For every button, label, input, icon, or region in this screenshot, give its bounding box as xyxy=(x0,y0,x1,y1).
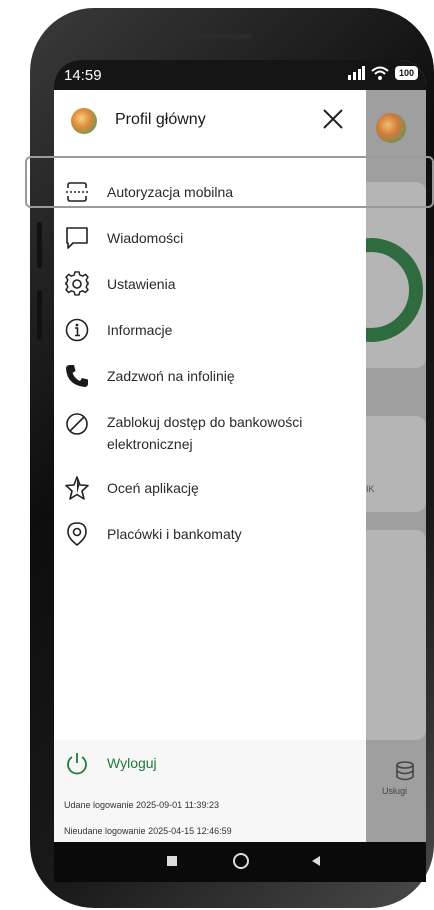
menu-item-rate-app[interactable]: Oceń aplikację xyxy=(54,466,366,510)
back-icon[interactable] xyxy=(310,855,322,867)
services-label[interactable]: Usługi xyxy=(382,786,407,796)
logout-area: Wyloguj Udane logowanie 2025-09-01 11:39… xyxy=(54,740,366,842)
menu-item-information[interactable]: Informacje xyxy=(54,308,366,352)
status-bar: 14:59 100 xyxy=(54,60,426,90)
menu-item-label: Autoryzacja mobilna xyxy=(107,184,234,200)
menu-item-label-line2: elektronicznej xyxy=(107,436,193,452)
menu-item-label: Placówki i bankomaty xyxy=(107,526,242,542)
menu-item-call-hotline[interactable]: Zadzwoń na infolinię xyxy=(54,354,366,398)
menu-item-label: Wiadomości xyxy=(107,230,184,246)
recent-apps-icon[interactable] xyxy=(166,855,178,867)
speaker-grille xyxy=(196,34,252,39)
logout-button[interactable]: Wyloguj xyxy=(54,740,366,788)
close-icon xyxy=(323,109,343,129)
menu-item-label: Oceń aplikację xyxy=(107,480,199,496)
last-login-failed: Nieudane logowanie 2025-04-15 12:46:59 xyxy=(64,826,232,836)
close-button[interactable] xyxy=(318,104,348,134)
menu-item-settings[interactable]: Ustawienia xyxy=(54,262,366,306)
settings-icon xyxy=(65,271,89,296)
menu-item-label: Ustawienia xyxy=(107,276,176,292)
block-icon xyxy=(66,413,88,435)
background-partial-text: IK xyxy=(366,484,375,494)
battery-icon: 100 xyxy=(394,66,418,80)
menu-item-label: Zablokuj dostęp do bankowości xyxy=(107,414,303,430)
home-icon[interactable] xyxy=(231,851,251,871)
avatar[interactable] xyxy=(71,108,97,134)
menu-item-messages[interactable]: Wiadomości xyxy=(54,216,366,260)
star-icon xyxy=(65,476,89,500)
status-time: 14:59 xyxy=(64,67,102,84)
status-icons: 100 xyxy=(347,66,418,80)
volume-button xyxy=(37,290,42,340)
navigation-drawer: Profil główny Autoryzacja mobilna Wiadom… xyxy=(54,90,366,842)
signal-icon xyxy=(347,66,365,80)
wifi-icon xyxy=(371,66,389,80)
location-icon xyxy=(67,522,87,547)
drawer-header: Profil główny xyxy=(54,90,366,152)
navigation-bar xyxy=(54,842,426,882)
background-avatar xyxy=(376,113,406,143)
menu-item-label: Zadzwoń na infolinię xyxy=(107,368,235,384)
database-icon xyxy=(396,761,414,781)
mobile-authorization-icon xyxy=(66,182,88,202)
profile-title: Profil główny xyxy=(115,111,206,128)
power-button xyxy=(37,222,42,268)
logout-label: Wyloguj xyxy=(107,755,157,771)
last-login-success: Udane logowanie 2025-09-01 11:39:23 xyxy=(64,800,219,810)
phone-icon xyxy=(66,365,88,387)
power-icon xyxy=(67,753,87,775)
message-icon xyxy=(66,227,88,249)
menu-item-label: Informacje xyxy=(107,322,173,338)
info-icon xyxy=(65,318,89,342)
menu-item-mobile-authorization[interactable]: Autoryzacja mobilna xyxy=(54,170,366,214)
menu-item-block-access[interactable]: Zablokuj dostęp do bankowości elektronic… xyxy=(54,402,366,462)
screen: 14:59 100 IK Usługi Profil główny Autory… xyxy=(54,60,426,842)
menu-item-branches-atms[interactable]: Placówki i bankomaty xyxy=(54,512,366,556)
